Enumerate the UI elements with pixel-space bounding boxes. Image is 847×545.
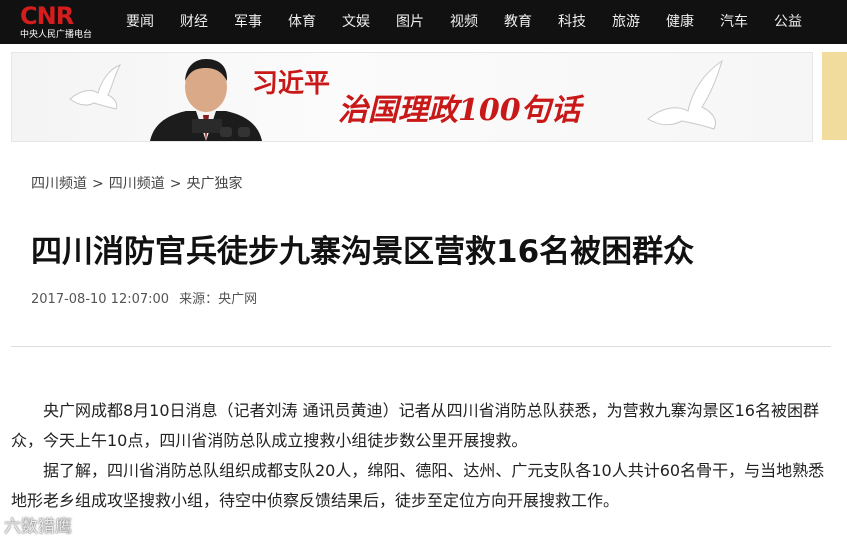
nav-item-auto[interactable]: 汽车: [720, 12, 748, 32]
article-paragraph: 央广网成都8月10日消息（记者刘涛 通讯员黄迪）记者从四川省消防总队获悉，为营救…: [11, 401, 819, 450]
nav-item-sports[interactable]: 体育: [288, 12, 316, 32]
cnr-logo[interactable]: CNR 中央人民广播电台: [20, 4, 100, 40]
article-meta: 2017-08-10 12:07:00 来源：央广网: [31, 290, 257, 310]
top-nav-bar: CNR 中央人民广播电台 要闻 财经 军事 体育 文娱 图片 视频 教育 科技 …: [0, 0, 847, 44]
main-nav: 要闻 财经 军事 体育 文娱 图片 视频 教育 科技 旅游 健康 汽车 公益: [112, 0, 842, 44]
nav-item-education[interactable]: 教育: [504, 12, 532, 32]
article-source: 来源：央广网: [179, 292, 258, 307]
banner-slogan: 治国理政100句话: [338, 93, 581, 128]
article-datetime: 2017-08-10 12:07:00: [31, 292, 170, 307]
side-ad-strip[interactable]: [822, 52, 847, 140]
portrait-image: [150, 59, 262, 141]
article-title: 四川消防官兵徒步九寨沟景区营救16名被困群众: [31, 234, 695, 270]
breadcrumb-separator: >: [92, 176, 104, 192]
article-paragraph: 据了解，四川省消防总队组织成都支队20人，绵阳、德阳、达州、广元支队各10人共计…: [11, 461, 825, 510]
banner-ad[interactable]: 习近平 治国理政100句话: [11, 52, 813, 142]
dove-right-icon: [647, 59, 723, 130]
breadcrumb-item-exclusive[interactable]: 央广独家: [186, 176, 242, 192]
dove-left-icon: [69, 64, 122, 110]
nav-item-finance[interactable]: 财经: [180, 12, 208, 32]
breadcrumb-item-sichuan-channel[interactable]: 四川频道: [31, 176, 87, 192]
watermark-text: 六数猎鹰: [4, 517, 72, 537]
divider: [11, 346, 831, 347]
breadcrumb-separator: >: [169, 176, 182, 192]
logo-text: CNR: [20, 2, 74, 30]
breadcrumb-item-sichuan-channel-2[interactable]: 四川频道: [109, 176, 165, 192]
nav-item-travel[interactable]: 旅游: [612, 12, 640, 32]
nav-item-photos[interactable]: 图片: [396, 12, 424, 32]
article-body: 央广网成都8月10日消息（记者刘涛 通讯员黄迪）记者从四川省消防总队获悉，为营救…: [11, 396, 831, 545]
breadcrumb: 四川频道 > 四川频道 > 央广独家: [31, 174, 242, 194]
nav-item-video[interactable]: 视频: [450, 12, 478, 32]
nav-item-charity[interactable]: 公益: [774, 12, 802, 32]
nav-item-news[interactable]: 要闻: [126, 12, 154, 32]
logo-subtext: 中央人民广播电台: [20, 30, 93, 40]
banner-name: 习近平: [252, 69, 331, 99]
nav-item-ent[interactable]: 文娱: [342, 12, 370, 32]
nav-item-tech[interactable]: 科技: [558, 12, 586, 32]
nav-item-health[interactable]: 健康: [666, 12, 694, 32]
nav-item-military[interactable]: 军事: [234, 12, 262, 32]
